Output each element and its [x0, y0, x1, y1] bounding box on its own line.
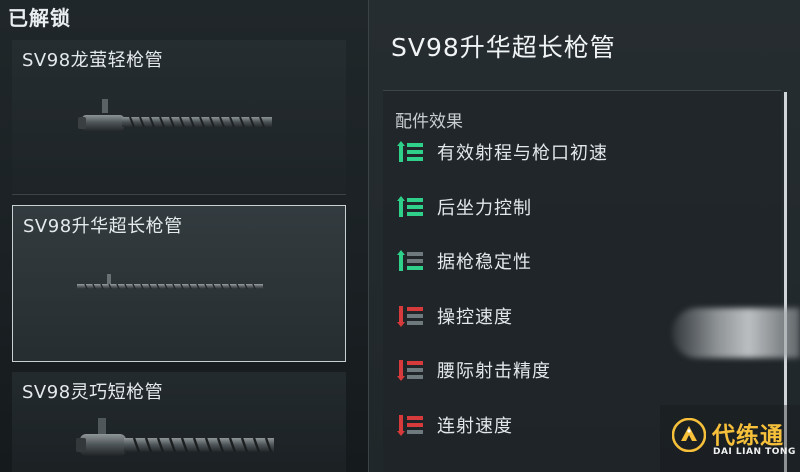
- long-barrel-icon: [77, 274, 263, 290]
- effect-row: 有效射程与枪口初速: [397, 137, 608, 167]
- effect-level-bar: [407, 150, 423, 154]
- effect-label: 操控速度: [437, 306, 513, 328]
- game-screen: 已解锁 SV98龙萤轻枪管 SV98升华超长枪管 SV98灵巧短枪管 SV98升…: [0, 0, 800, 472]
- compact-barrel-icon: [76, 418, 274, 456]
- effect-level-bar: [407, 415, 423, 420]
- effect-row: 后坐力控制: [397, 192, 532, 222]
- watermark-subtitle: DAI LIAN TONG: [713, 447, 796, 457]
- detail-title: SV98升华超长枪管: [391, 33, 616, 62]
- effect-level-bar: [407, 266, 423, 270]
- effect-level-bar: [407, 252, 423, 256]
- effect-label: 腰际射击精度: [437, 361, 551, 382]
- effect-level-bar: [407, 204, 423, 209]
- short-barrel-icon: [78, 99, 272, 131]
- effects-header: 配件效果: [395, 112, 463, 132]
- barrel-item-name: SV98龙萤轻枪管: [22, 50, 164, 71]
- barrel-item-card[interactable]: SV98灵巧短枪管: [12, 372, 346, 472]
- effect-label: 据枪稳定性: [437, 252, 532, 273]
- stat-down-icon: [397, 360, 423, 381]
- effect-row: 腰际射击精度: [397, 355, 551, 385]
- effect-level-bar: [407, 306, 423, 311]
- unlocked-list-panel: 已解锁 SV98龙萤轻枪管 SV98升华超长枪管 SV98灵巧短枪管: [0, 0, 360, 472]
- effect-level-bar: [407, 361, 423, 365]
- stat-up-icon: [397, 195, 423, 217]
- barrel-item-card[interactable]: SV98龙萤轻枪管: [12, 40, 346, 195]
- effect-level-bar: [407, 259, 423, 263]
- list-divider: [12, 194, 346, 195]
- stat-down-icon: [397, 414, 423, 436]
- blurred-weapon-part: [672, 308, 800, 358]
- barrel-item-name: SV98灵巧短枪管: [22, 382, 164, 403]
- effect-level-bar: [407, 368, 423, 372]
- effect-level-bar: [407, 313, 423, 318]
- effect-level-bar: [407, 157, 423, 161]
- watermark-title: 代练通: [712, 423, 784, 449]
- effect-level-bar: [407, 429, 423, 434]
- watermark: 代练通 DAI LIAN TONG: [660, 405, 800, 472]
- effect-row: 操控速度: [397, 301, 513, 331]
- barrel-item-card-selected[interactable]: SV98升华超长枪管: [12, 205, 346, 362]
- stat-down-icon: [397, 305, 423, 327]
- stat-up-icon: [397, 250, 423, 271]
- effect-level-bar: [407, 211, 423, 216]
- effect-label: 后坐力控制: [437, 197, 532, 219]
- effect-level-bar: [407, 197, 423, 202]
- attachment-detail-panel: SV98升华超长枪管 配件效果 有效射程与枪口初速 后坐力控制据枪稳定性操控速度腰…: [368, 0, 800, 472]
- effect-row: 据枪稳定性: [397, 246, 532, 276]
- stat-up-icon: [397, 141, 423, 162]
- unlocked-section-title: 已解锁: [8, 6, 71, 30]
- effect-label: 连射速度: [437, 415, 513, 437]
- barrel-item-name: SV98升华超长枪管: [23, 216, 183, 237]
- effect-level-bar: [407, 422, 423, 427]
- effect-level-bar: [407, 375, 423, 379]
- effect-level-bar: [407, 320, 423, 325]
- effect-row: 连射速度: [397, 410, 513, 440]
- effect-label: 有效射程与枪口初速: [437, 143, 608, 164]
- watermark-logo-icon: [672, 418, 706, 452]
- effect-level-bar: [407, 143, 423, 147]
